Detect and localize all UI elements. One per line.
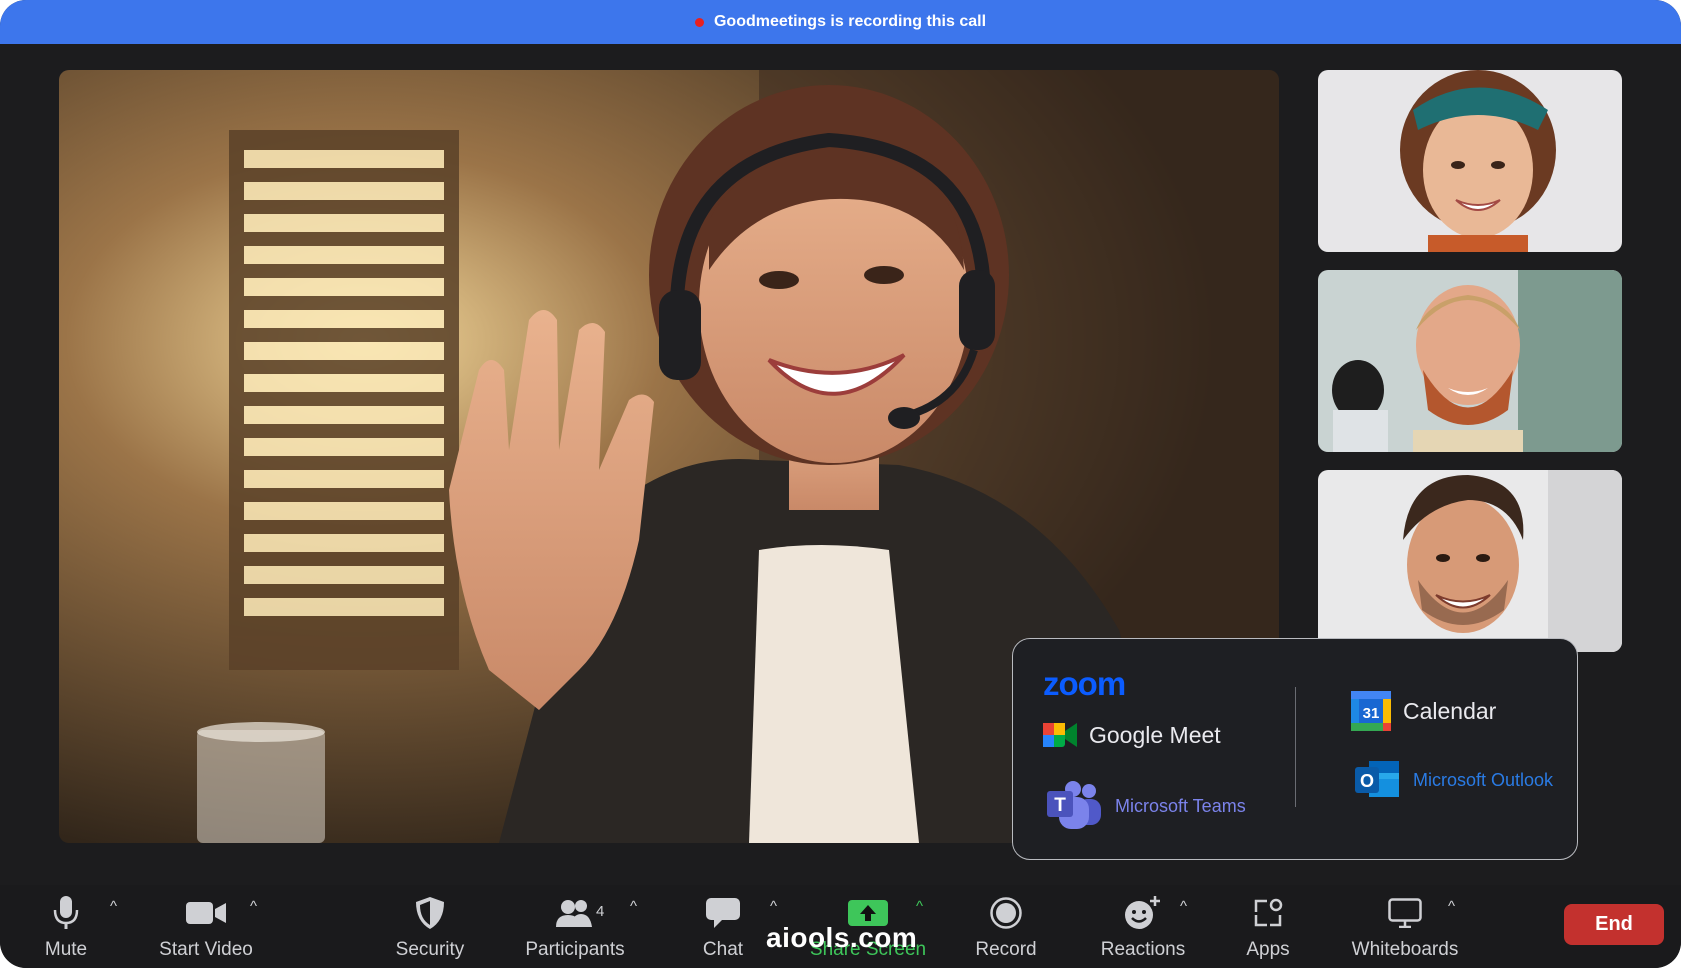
- calendar-item[interactable]: 31 Calendar: [1351, 691, 1496, 731]
- recording-text: Goodmeetings is recording this call: [713, 13, 987, 30]
- mute-options-caret-icon[interactable]: ^: [110, 898, 117, 915]
- participant-thumbnail-3[interactable]: [1318, 470, 1622, 652]
- video-camera-icon: [186, 902, 226, 924]
- mute-label: Mute: [44, 939, 88, 960]
- chat-options-caret-icon[interactable]: ^: [770, 898, 777, 915]
- zoom-logo: zoom: [1043, 665, 1126, 702]
- chat-button[interactable]: Chat: [695, 885, 751, 965]
- teams-icon: T: [1047, 781, 1101, 829]
- whiteboards-button[interactable]: Whiteboards: [1346, 885, 1464, 965]
- apps-button[interactable]: Apps: [1236, 885, 1300, 965]
- calendar-icon: 31: [1351, 691, 1391, 731]
- watermark-text: aiools.com: [766, 922, 918, 953]
- video-options-caret-icon[interactable]: ^: [250, 898, 257, 915]
- whiteboards-label: Whiteboards: [1351, 939, 1459, 960]
- reactions-options-caret-icon[interactable]: ^: [1180, 898, 1187, 915]
- recording-dot-icon: [694, 17, 704, 27]
- apps-label: Apps: [1246, 939, 1290, 960]
- microsoft-teams-item[interactable]: T Microsoft Teams: [1047, 781, 1246, 831]
- svg-text:T: T: [1054, 795, 1066, 816]
- participants-button[interactable]: Participants: [520, 885, 630, 965]
- smiley-plus-icon: [1125, 896, 1160, 929]
- participants-options-caret-icon[interactable]: ^: [630, 898, 637, 915]
- google-meet-icon: [1043, 723, 1077, 747]
- microsoft-outlook-label: Microsoft Outlook: [1413, 769, 1554, 790]
- participants-label: Participants: [525, 939, 625, 960]
- record-icon: [990, 897, 1022, 929]
- outlook-icon: O: [1355, 761, 1399, 797]
- record-label: Record: [975, 939, 1037, 960]
- participant-thumbnail-2[interactable]: [1318, 270, 1622, 452]
- reactions-button[interactable]: Reactions: [1090, 885, 1196, 965]
- participants-count: 4: [596, 903, 605, 920]
- whiteboards-options-caret-icon[interactable]: ^: [1448, 898, 1455, 915]
- microphone-icon: [53, 896, 79, 929]
- record-button[interactable]: Record: [966, 885, 1046, 965]
- microsoft-outlook-item[interactable]: O Microsoft Outlook: [1355, 759, 1553, 801]
- meeting-window: Goodmeetings is recording this call zoom…: [0, 0, 1681, 968]
- security-label: Security: [395, 939, 465, 960]
- reactions-label: Reactions: [1100, 939, 1186, 960]
- recording-banner: Goodmeetings is recording this call: [0, 0, 1681, 44]
- shield-icon: [416, 897, 444, 929]
- chat-bubble-icon: [706, 898, 740, 928]
- chat-label: Chat: [702, 939, 744, 960]
- calendar-label: Calendar: [1403, 697, 1497, 724]
- start-video-label: Start Video: [159, 939, 253, 960]
- mute-button[interactable]: Mute: [38, 885, 94, 965]
- share-options-caret-icon[interactable]: ^: [916, 898, 923, 915]
- integrations-panel: zoom Google Meet T Microsoft Teams 31 Ca…: [1012, 638, 1578, 860]
- google-meet-item[interactable]: Google Meet: [1043, 721, 1221, 749]
- participants-icon: [556, 900, 592, 927]
- calendar-day: 31: [1363, 705, 1380, 722]
- apps-icon: [1254, 898, 1283, 927]
- google-meet-label: Google Meet: [1089, 721, 1221, 748]
- start-video-button[interactable]: Start Video: [150, 885, 262, 965]
- security-button[interactable]: Security: [388, 885, 472, 965]
- svg-text:O: O: [1360, 771, 1374, 791]
- participant-thumbnail-1[interactable]: [1318, 70, 1622, 252]
- microsoft-teams-label: Microsoft Teams: [1115, 795, 1246, 816]
- whiteboard-icon: [1388, 898, 1422, 928]
- panel-divider: [1295, 687, 1296, 807]
- end-meeting-button[interactable]: End: [1564, 904, 1664, 945]
